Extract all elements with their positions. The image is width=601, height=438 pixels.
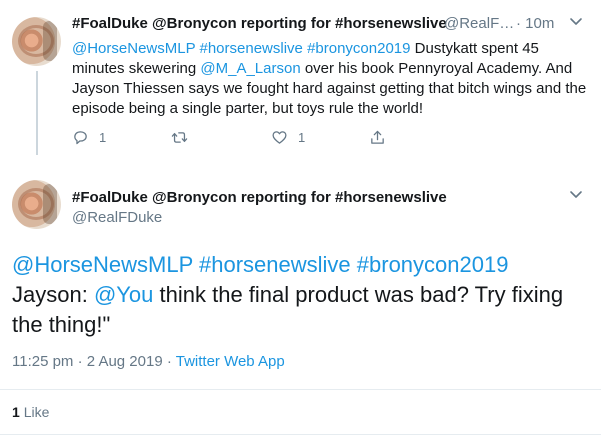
mention-link[interactable]: @HorseNewsMLP (12, 252, 193, 277)
reply-icon (74, 130, 87, 144)
share-button[interactable] (369, 128, 386, 146)
hashtag-link[interactable]: #horsenewslive (199, 252, 351, 277)
likes-stat[interactable]: 1 Like (12, 404, 49, 420)
tweet-text: @HorseNewsMLP #horsenewslive #bronycon20… (72, 39, 587, 119)
hashtag-link[interactable]: #bronycon2019 (357, 252, 509, 277)
divider (0, 389, 601, 390)
tweet-text: @HorseNewsMLP #horsenewslive #bronycon20… (12, 250, 592, 340)
mention-link[interactable]: @You (94, 282, 153, 307)
tweet-time[interactable]: · 10m (516, 15, 554, 32)
retweet-icon (171, 131, 188, 143)
text-segment: Jayson: (12, 282, 94, 307)
time-separator: · (516, 15, 521, 32)
thread-line (36, 71, 38, 155)
tweet-text-line: Jayson: @You think the final product was… (12, 280, 592, 340)
like-count: 1 (298, 129, 306, 145)
likes-count: 1 (12, 404, 20, 420)
tweet-source[interactable]: Twitter Web App (176, 353, 285, 370)
avatar[interactable] (12, 180, 61, 229)
heart-icon (272, 130, 287, 144)
divider (0, 434, 601, 435)
user-handle[interactable]: @RealF… (444, 15, 514, 32)
like-button[interactable]: 1 (271, 128, 305, 146)
reply-button[interactable]: 1 (72, 128, 106, 146)
meta-separator: · (162, 353, 176, 370)
mention-link[interactable]: @HorseNewsMLP (72, 40, 195, 57)
likes-label: Like (23, 404, 50, 420)
tweet-text-line: @HorseNewsMLP #horsenewslive #bronycon20… (12, 250, 592, 280)
tweet-timestamp[interactable]: 11:25 pm · 2 Aug 2019 (12, 353, 163, 370)
display-name[interactable]: #FoalDuke @Bronycon reporting for #horse… (72, 15, 447, 32)
time-value: 10m (525, 15, 555, 32)
hashtag-link[interactable]: #horsenewslive (200, 40, 303, 57)
user-handle[interactable]: @RealFDuke (72, 209, 162, 226)
hashtag-link[interactable]: #bronycon2019 (307, 40, 410, 57)
chevron-down-icon[interactable] (568, 13, 584, 29)
retweet-button[interactable] (171, 128, 198, 146)
display-name[interactable]: #FoalDuke @Bronycon reporting for #horse… (72, 189, 447, 206)
reply-count: 1 (99, 129, 107, 145)
share-icon (371, 130, 384, 144)
chevron-down-icon[interactable] (568, 186, 584, 202)
avatar[interactable] (12, 17, 61, 66)
tweet-meta: 11:25 pm · 2 Aug 2019 · Twitter Web App (12, 353, 285, 370)
mention-link[interactable]: @M_A_Larson (200, 60, 300, 77)
